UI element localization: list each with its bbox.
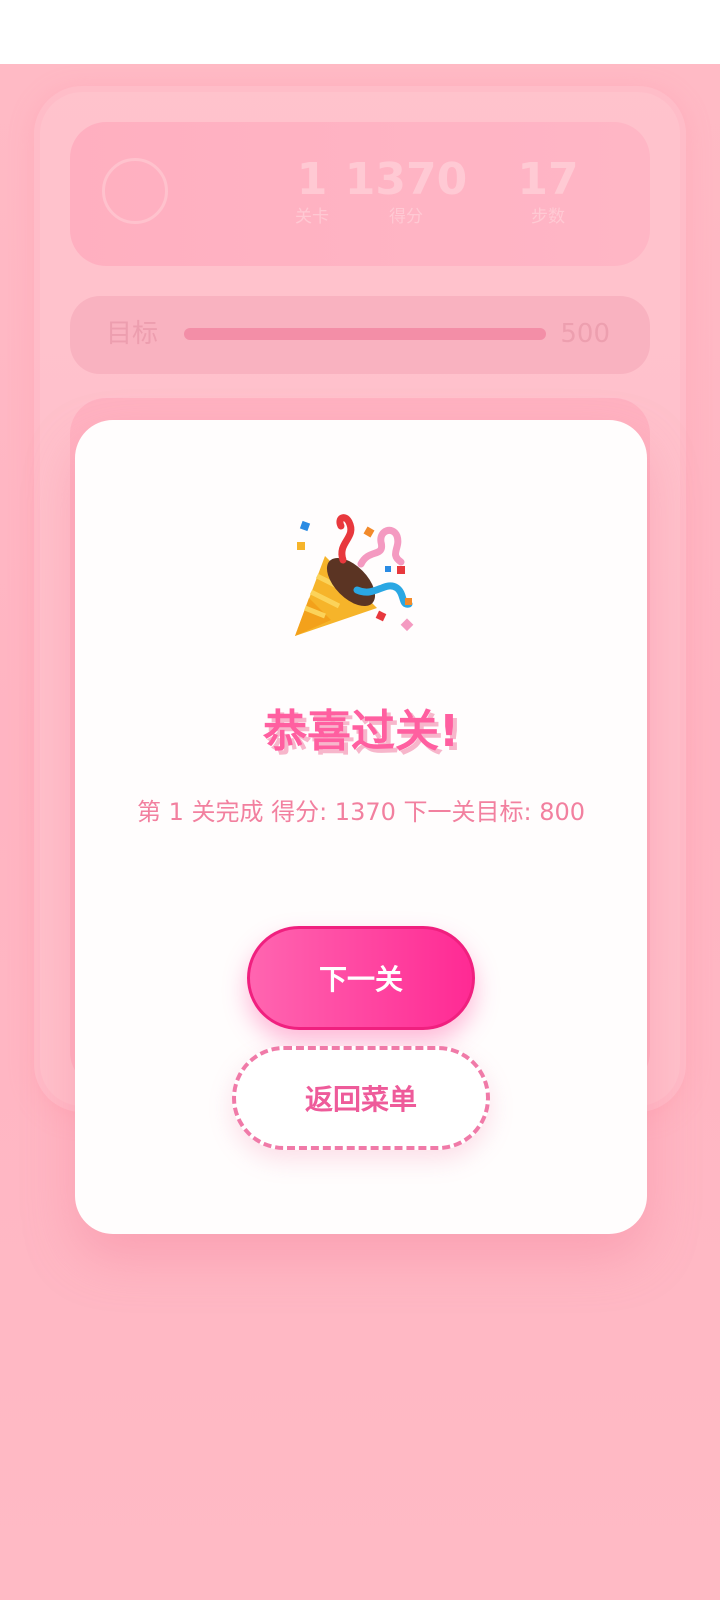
party-popper-icon (295, 514, 414, 636)
status-bar (0, 0, 720, 64)
level-complete-dialog: 恭喜过关! 第 1 关完成 得分: 1370 下一关目标: 800 下一关 返回… (75, 420, 647, 1234)
dialog-message: 第 1 关完成 得分: 1370 下一关目标: 800 (136, 798, 586, 826)
next-level-button[interactable]: 下一关 (247, 926, 475, 1030)
dialog-title: 恭喜过关! (262, 706, 460, 757)
back-to-menu-button[interactable]: 返回菜单 (232, 1046, 490, 1150)
